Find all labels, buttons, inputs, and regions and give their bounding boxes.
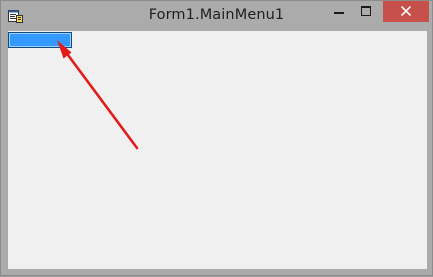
red-arrow-annotation: [57, 40, 139, 150]
form-window: Form1.MainMenu1: [0, 0, 433, 276]
